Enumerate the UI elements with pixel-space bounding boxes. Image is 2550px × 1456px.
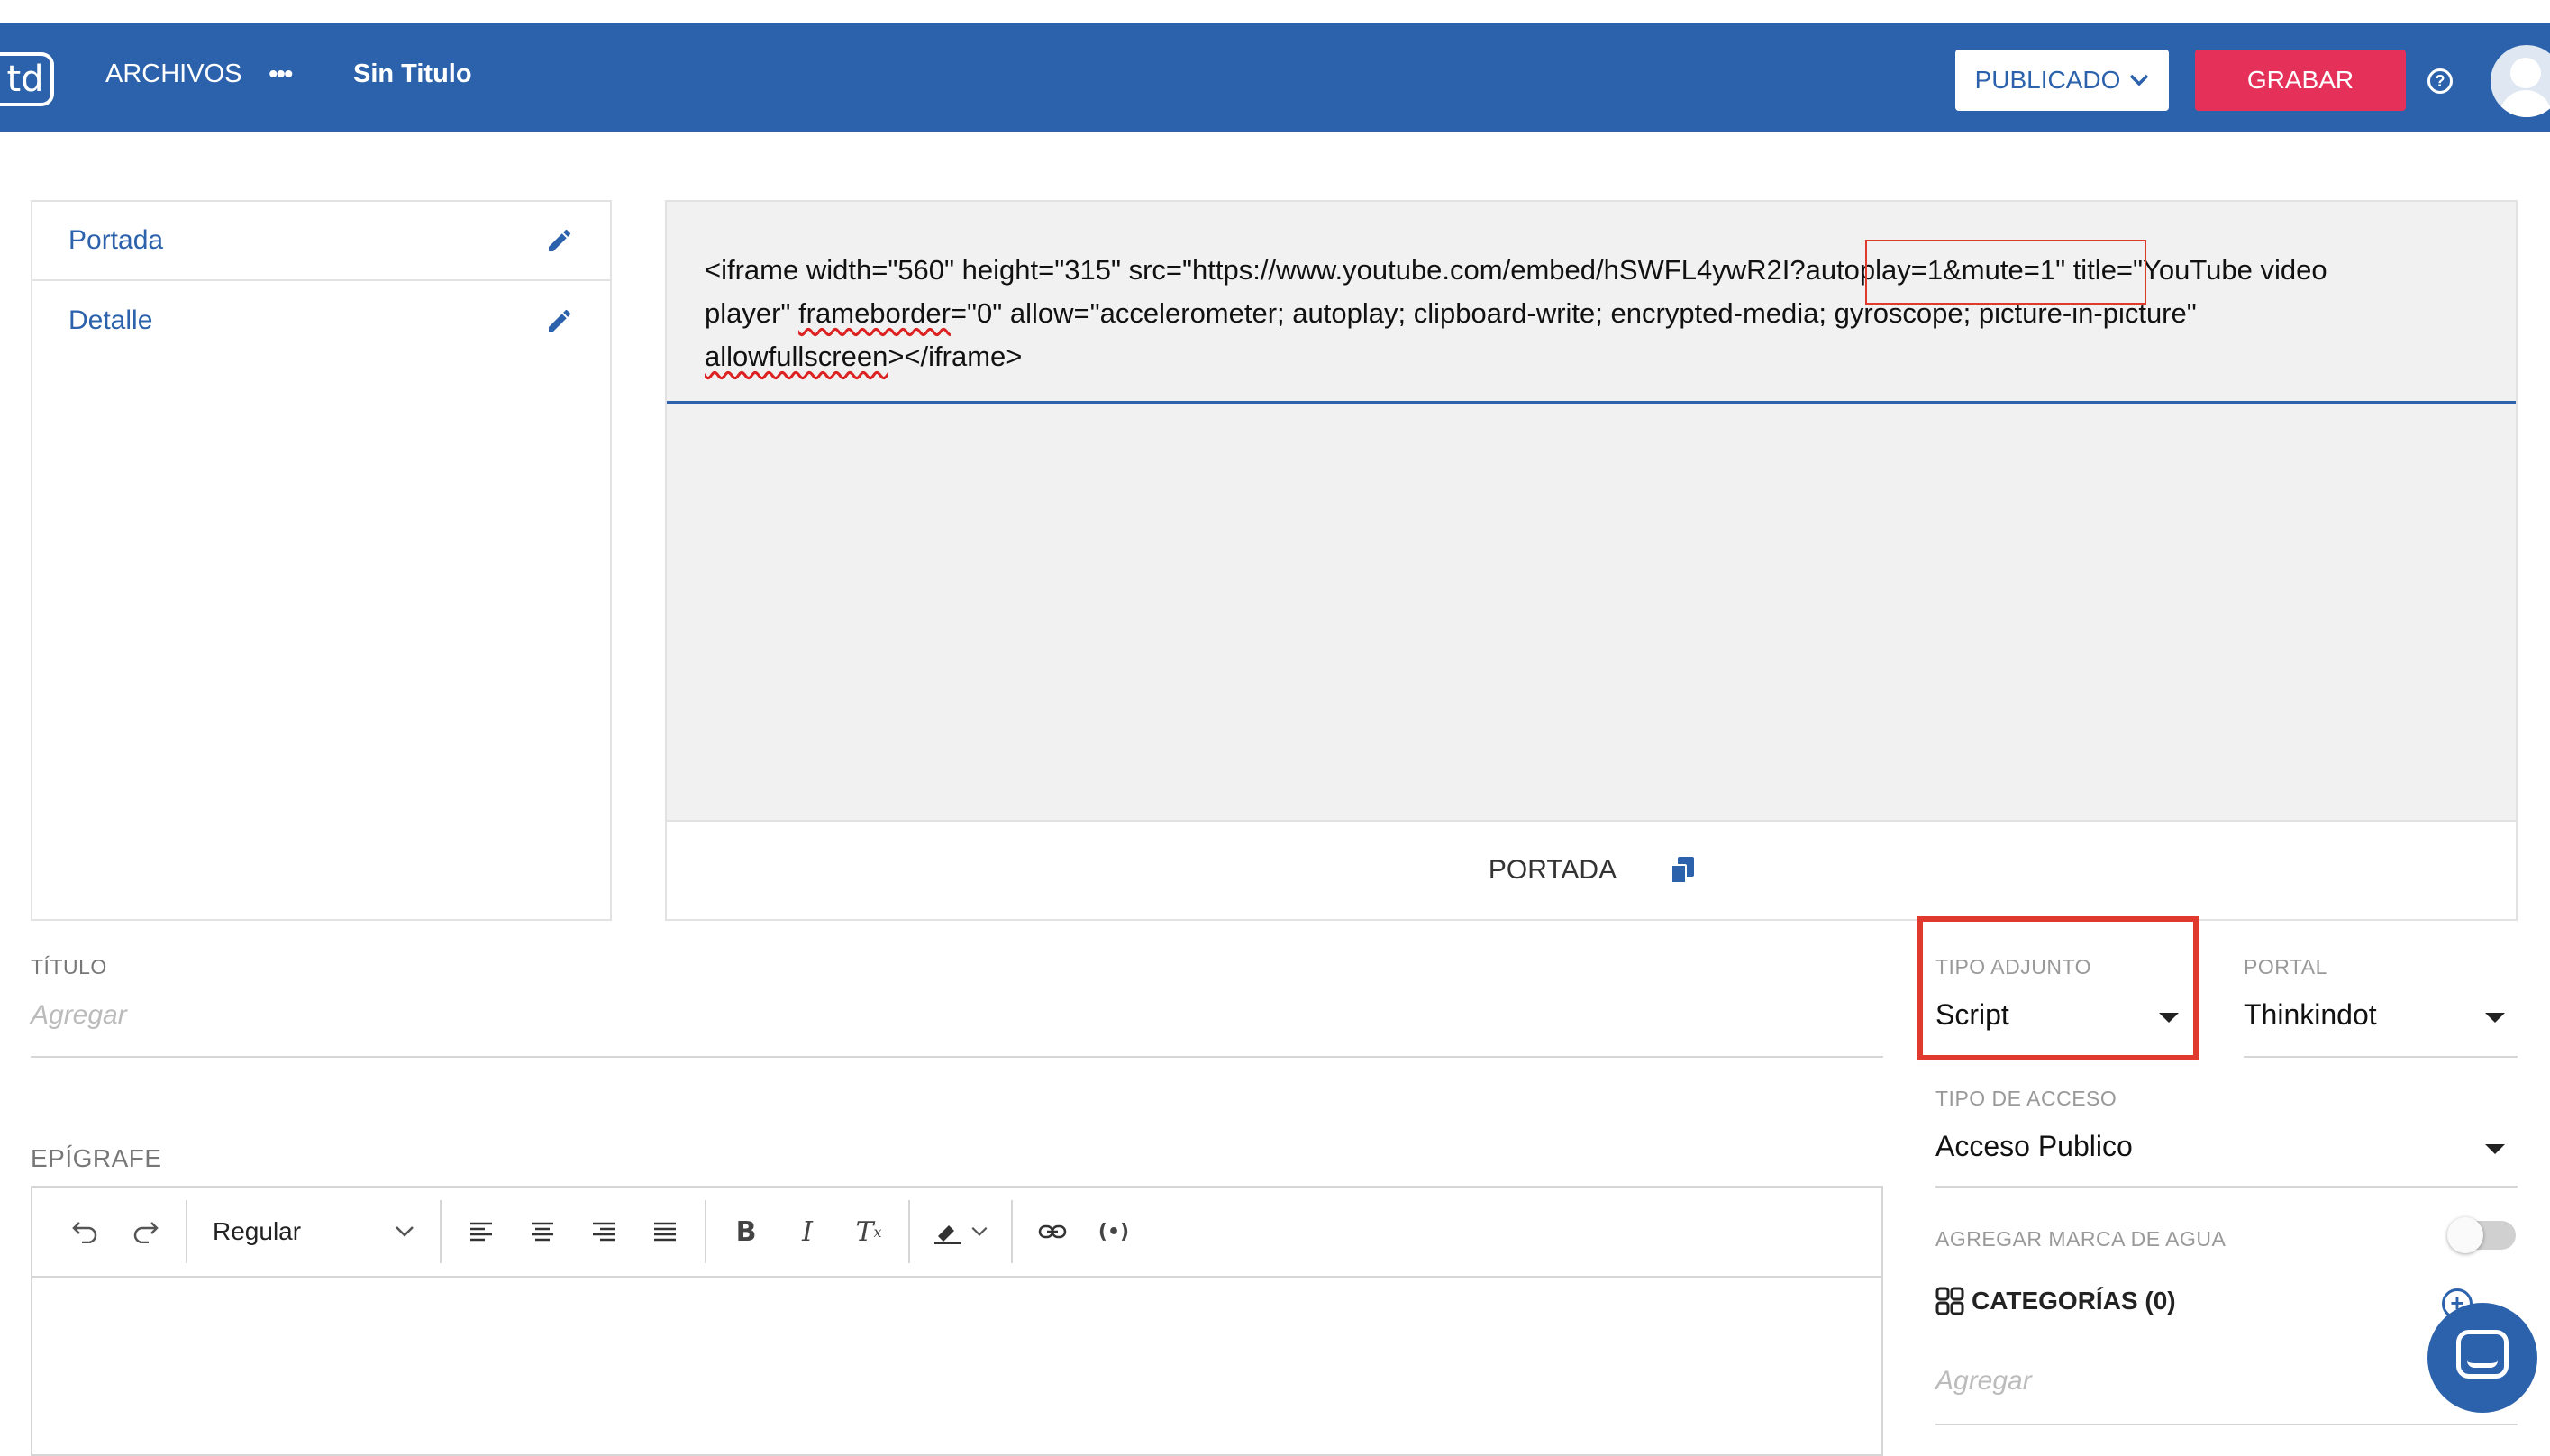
portal-underline bbox=[2244, 1056, 2518, 1058]
save-button[interactable]: GRABAR bbox=[2195, 50, 2406, 111]
tipo-acceso-label: TIPO DE ACCESO bbox=[1935, 1087, 2117, 1110]
portal-select[interactable]: Thinkindot bbox=[2244, 998, 2377, 1032]
copy-icon[interactable] bbox=[1671, 857, 1695, 884]
archivos-menu[interactable]: ARCHIVOS bbox=[105, 59, 241, 89]
align-center-icon[interactable] bbox=[512, 1205, 573, 1259]
categorias-header: CATEGORÍAS (0) bbox=[1935, 1287, 2176, 1315]
align-justify-icon[interactable] bbox=[634, 1205, 696, 1259]
tipo-acceso-underline bbox=[1935, 1186, 2518, 1188]
undo-icon[interactable] bbox=[54, 1205, 115, 1259]
toolbar-divider bbox=[908, 1200, 910, 1263]
browser-bookmarks-strip bbox=[0, 0, 2550, 23]
pencil-icon[interactable] bbox=[545, 306, 574, 335]
caret-down-icon[interactable] bbox=[2485, 1013, 2505, 1023]
titulo-label: TÍTULO bbox=[31, 955, 107, 978]
categorias-input[interactable]: Agregar bbox=[1935, 1366, 2032, 1397]
toolbar-divider bbox=[1011, 1200, 1013, 1263]
categorias-underline bbox=[1935, 1424, 2518, 1425]
caret-down-icon[interactable] bbox=[2485, 1144, 2505, 1154]
toolbar-divider bbox=[705, 1200, 706, 1263]
annotation-highlight-box bbox=[1917, 916, 2199, 1060]
text-format-value: Regular bbox=[213, 1217, 302, 1245]
caret-down-icon[interactable] bbox=[2159, 1013, 2179, 1023]
cover-bar: PORTADA bbox=[667, 820, 2516, 919]
highlight-icon[interactable] bbox=[919, 1205, 1002, 1259]
app-logo[interactable]: td bbox=[0, 52, 54, 106]
user-avatar[interactable] bbox=[2491, 45, 2550, 117]
annotation-highlight-box bbox=[1865, 240, 2146, 305]
sections-sidebar: Portada Detalle bbox=[31, 200, 612, 921]
tipo-adjunto-label: TIPO ADJUNTO bbox=[1935, 955, 2091, 978]
titulo-input[interactable]: Agregar bbox=[31, 1000, 127, 1031]
embed-preview-panel: <iframe width="560" height="315" src="ht… bbox=[665, 200, 2518, 921]
pencil-icon[interactable] bbox=[545, 226, 574, 255]
sidebar-item-detalle[interactable]: Detalle bbox=[32, 281, 610, 360]
code-text: player" bbox=[705, 297, 799, 329]
spellcheck-word: allowfullscreen bbox=[705, 341, 888, 372]
publish-status-dropdown[interactable]: PUBLICADO bbox=[1955, 50, 2169, 111]
categorias-label: CATEGORÍAS (0) bbox=[1972, 1287, 2176, 1315]
cover-label: PORTADA bbox=[1488, 855, 1617, 885]
document-title[interactable]: Sin Titulo bbox=[353, 59, 472, 89]
bold-icon[interactable]: B bbox=[715, 1205, 777, 1259]
epigrafe-editor: Regular B I Tx (•) bbox=[31, 1186, 1883, 1456]
editor-toolbar: Regular B I Tx (•) bbox=[32, 1188, 1881, 1278]
toolbar-divider bbox=[186, 1200, 187, 1263]
tipo-adjunto-select[interactable]: Script bbox=[1935, 998, 2009, 1032]
embed-code-field[interactable]: <iframe width="560" height="315" src="ht… bbox=[667, 202, 2516, 404]
italic-icon[interactable]: I bbox=[777, 1205, 838, 1259]
toolbar-divider bbox=[440, 1200, 442, 1263]
sidebar-item-label: Detalle bbox=[68, 305, 153, 335]
sidebar-item-label: Portada bbox=[68, 225, 164, 255]
portal-label: PORTAL bbox=[2244, 955, 2327, 978]
align-right-icon[interactable] bbox=[573, 1205, 634, 1259]
chevron-down-icon bbox=[2130, 74, 2149, 86]
chevron-down-icon bbox=[396, 1226, 414, 1237]
help-icon[interactable]: ? bbox=[2427, 68, 2453, 94]
tipo-acceso-select[interactable]: Acceso Publico bbox=[1935, 1130, 2133, 1163]
watermark-toggle[interactable] bbox=[2447, 1217, 2516, 1253]
code-text: <iframe width="560" height="315" src="ht… bbox=[705, 254, 1790, 286]
text-format-select[interactable]: Regular bbox=[196, 1205, 431, 1259]
redo-icon[interactable] bbox=[115, 1205, 177, 1259]
clear-format-icon[interactable]: Tx bbox=[838, 1205, 899, 1259]
align-left-icon[interactable] bbox=[451, 1205, 512, 1259]
app-header: td ARCHIVOS ••• Sin Titulo PUBLICADO GRA… bbox=[0, 23, 2550, 132]
embed-icon[interactable]: (•) bbox=[1083, 1205, 1144, 1259]
grid-icon bbox=[1935, 1287, 1964, 1315]
code-text: ></iframe> bbox=[888, 341, 1023, 372]
titulo-underline bbox=[31, 1056, 1883, 1058]
link-icon[interactable] bbox=[1022, 1205, 1083, 1259]
save-button-label: GRABAR bbox=[2246, 66, 2354, 94]
marca-agua-label: AGREGAR MARCA DE AGUA bbox=[1935, 1227, 2227, 1251]
more-options-icon[interactable]: ••• bbox=[269, 59, 293, 90]
sidebar-item-portada[interactable]: Portada bbox=[32, 202, 610, 281]
epigrafe-label: EPÍGRAFE bbox=[31, 1144, 162, 1172]
chat-widget-icon[interactable] bbox=[2427, 1303, 2537, 1413]
spellcheck-word: frameborder bbox=[798, 297, 951, 329]
publish-status-label: PUBLICADO bbox=[1974, 66, 2121, 94]
